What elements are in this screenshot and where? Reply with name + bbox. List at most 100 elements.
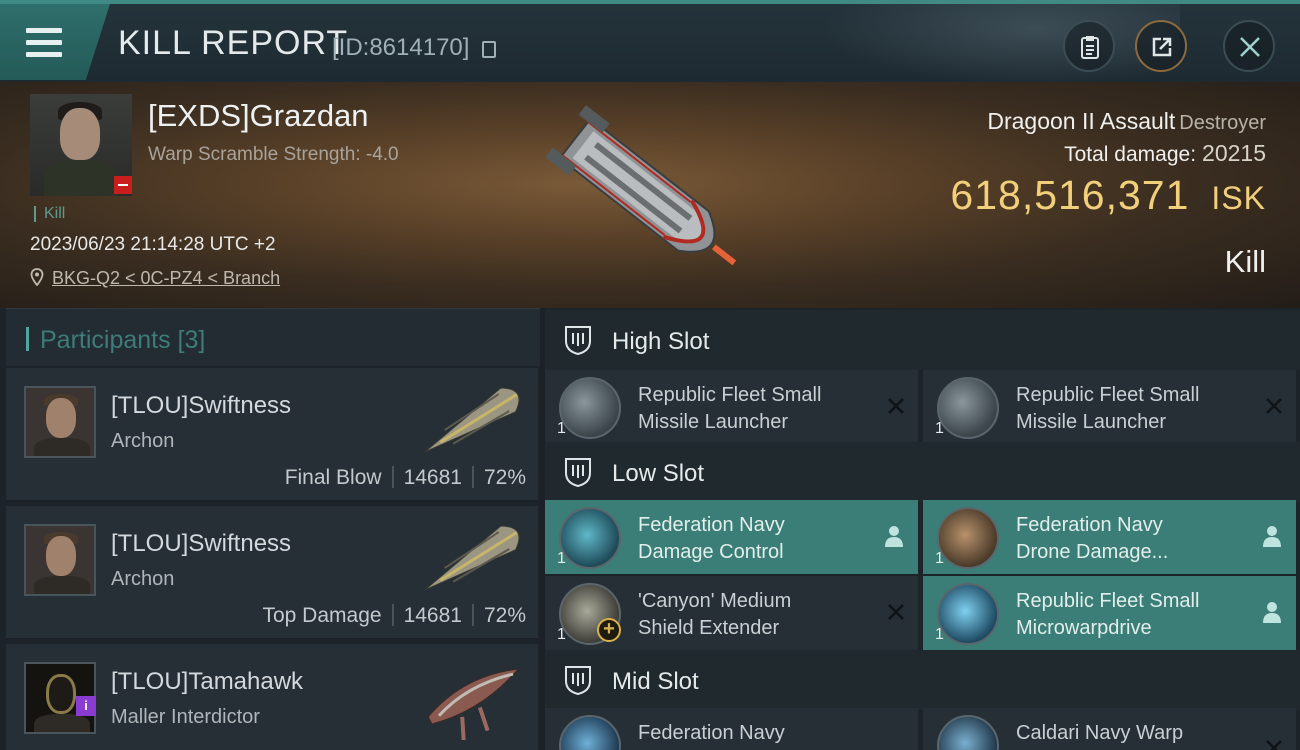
module-name-line1: Republic Fleet Small <box>1016 590 1200 612</box>
module-quantity: 1 <box>557 420 566 437</box>
module-name-line2: Missile Launcher <box>638 411 789 433</box>
module-quantity: 1 <box>935 420 944 437</box>
destroyed-x-icon <box>1266 398 1282 414</box>
module-name: Republic Fleet Small Missile Launcher <box>638 382 888 436</box>
total-damage: Total damage: 20215 <box>1064 140 1266 167</box>
header-bar: KILL REPORT [ID:8614170] <box>0 0 1300 86</box>
kill-location-link[interactable]: BKG-Q2 < 0C-PZ4 < Branch <box>52 268 280 289</box>
participant-role: Final Blow <box>284 466 382 489</box>
ship-class-text: Destroyer <box>1179 112 1266 134</box>
low-slot-label: Low Slot <box>612 460 705 487</box>
shield-icon <box>565 458 591 488</box>
victim-ship-name[interactable]: Dragoon II Assault Destroyer <box>987 108 1266 135</box>
mid-slot-header: Mid Slot <box>545 650 1300 710</box>
header-planet-glow <box>820 4 1180 86</box>
participant-row[interactable]: [TLOU]Swiftness Archon Final Blow 14681 72… <box>6 368 538 502</box>
module-quantity: 1 <box>557 550 566 567</box>
microwarpdrive-icon <box>937 583 999 645</box>
participant-row[interactable]: i [TLOU]Tamahawk Maller Interdictor <box>6 644 538 750</box>
destroyed-x-icon <box>1266 740 1282 750</box>
share-icon <box>1152 37 1172 57</box>
isk-unit: ISK <box>1211 180 1266 216</box>
participant-ship: Archon <box>111 568 175 590</box>
participant-avatar[interactable] <box>24 524 96 596</box>
plus-badge-icon: + <box>597 618 621 642</box>
module-item[interactable]: 1 Republic Fleet Small Missile Launcher <box>923 370 1296 444</box>
missile-launcher-icon <box>559 377 621 439</box>
location-pin-icon <box>30 268 44 286</box>
participant-ship-image <box>424 387 520 453</box>
missile-launcher-icon <box>937 377 999 439</box>
victim-ship-image <box>545 105 737 266</box>
module-item[interactable]: Caldari Navy Warp <box>923 708 1296 750</box>
module-item[interactable]: 1 Federation Navy Damage Control <box>545 500 918 574</box>
module-icon <box>937 715 999 750</box>
module-name-line2: Microwarpdrive <box>1016 617 1152 639</box>
person-icon <box>1263 602 1281 623</box>
hamburger-icon <box>26 28 62 58</box>
victim-summary: [EXDS]Grazdan Warp Scramble Strength: -4… <box>0 82 1300 308</box>
module-item[interactable]: + 1 'Canyon' Medium Shield Extender <box>545 576 918 650</box>
participants-count: Participants [3] <box>40 326 206 354</box>
warp-scramble-strength: Warp Scramble Strength: -4.0 <box>148 144 399 165</box>
menu-button[interactable] <box>0 4 110 80</box>
security-status-badge <box>114 176 132 194</box>
kill-tag: Kill <box>34 206 65 222</box>
participants-header: Participants [3] <box>6 308 540 366</box>
module-name-line2: Missile Launcher <box>1016 411 1167 433</box>
high-slot-label: High Slot <box>612 328 710 355</box>
close-button[interactable] <box>1223 20 1275 72</box>
module-quantity: 1 <box>557 626 566 643</box>
kill-timestamp: 2023/06/23 21:14:28 UTC +2 <box>30 234 276 255</box>
module-name-line1: Republic Fleet Small <box>638 384 822 406</box>
module-name: Federation Navy Drone Damage... <box>1016 512 1266 566</box>
copy-icon[interactable] <box>482 41 496 58</box>
participant-percent: 72% <box>483 466 526 489</box>
module-item[interactable]: Federation Navy <box>545 708 918 750</box>
module-item[interactable]: 1 Republic Fleet Small Missile Launcher <box>545 370 918 444</box>
destroyed-x-icon <box>888 604 904 620</box>
module-name: Federation Navy Damage Control <box>638 512 888 566</box>
participant-ship: Archon <box>111 430 175 452</box>
victim-name[interactable]: [EXDS]Grazdan <box>148 98 369 134</box>
report-id: [ID:8614170] <box>332 34 470 61</box>
participant-damage: 14681 <box>403 604 462 627</box>
destroyed-x-icon <box>888 398 904 414</box>
drone-damage-icon <box>937 507 999 569</box>
module-quantity: 1 <box>935 550 944 567</box>
participant-name[interactable]: [TLOU]Tamahawk <box>111 668 303 696</box>
clipboard-icon <box>1081 36 1099 59</box>
module-name-line1: 'Canyon' Medium <box>638 590 792 612</box>
clipboard-button[interactable] <box>1063 20 1115 72</box>
module-name-line2: Damage Control <box>638 541 784 563</box>
module-name-line2: Drone Damage... <box>1016 541 1169 563</box>
close-icon <box>1240 37 1260 57</box>
participant-avatar[interactable] <box>24 386 96 458</box>
participant-stats: Final Blow 14681 72% <box>285 466 526 490</box>
low-slot-header: Low Slot <box>545 442 1300 502</box>
mid-slot-label: Mid Slot <box>612 668 699 695</box>
module-item[interactable]: 1 Republic Fleet Small Microwarpdrive <box>923 576 1296 650</box>
module-icon <box>559 715 621 750</box>
total-damage-label: Total damage: <box>1064 143 1197 166</box>
participant-role: Top Damage <box>262 604 382 627</box>
module-item[interactable]: 1 Federation Navy Drone Damage... <box>923 500 1296 574</box>
damage-control-icon <box>559 507 621 569</box>
shield-icon <box>565 666 591 696</box>
participant-name[interactable]: [TLOU]Swiftness <box>111 392 291 420</box>
participant-ship-image <box>427 668 520 740</box>
person-icon <box>1263 526 1281 547</box>
participant-percent: 72% <box>483 604 526 627</box>
isk-value: 618,516,371 ISK <box>950 172 1266 219</box>
share-button[interactable] <box>1135 20 1187 72</box>
module-quantity: 1 <box>935 626 944 643</box>
participant-stats: Top Damage 14681 72% <box>262 604 526 628</box>
participant-row[interactable]: [TLOU]Swiftness Archon Top Damage 14681 72… <box>6 506 538 640</box>
page-title: KILL REPORT <box>118 24 349 62</box>
participant-name[interactable]: [TLOU]Swiftness <box>111 530 291 558</box>
participant-ship: Maller Interdictor <box>111 706 260 728</box>
result-label: Kill <box>1224 244 1266 279</box>
module-name: Republic Fleet Small Missile Launcher <box>1016 382 1266 436</box>
isk-amount: 618,516,371 <box>950 172 1190 218</box>
module-name-line1: Caldari Navy Warp <box>1016 722 1184 744</box>
